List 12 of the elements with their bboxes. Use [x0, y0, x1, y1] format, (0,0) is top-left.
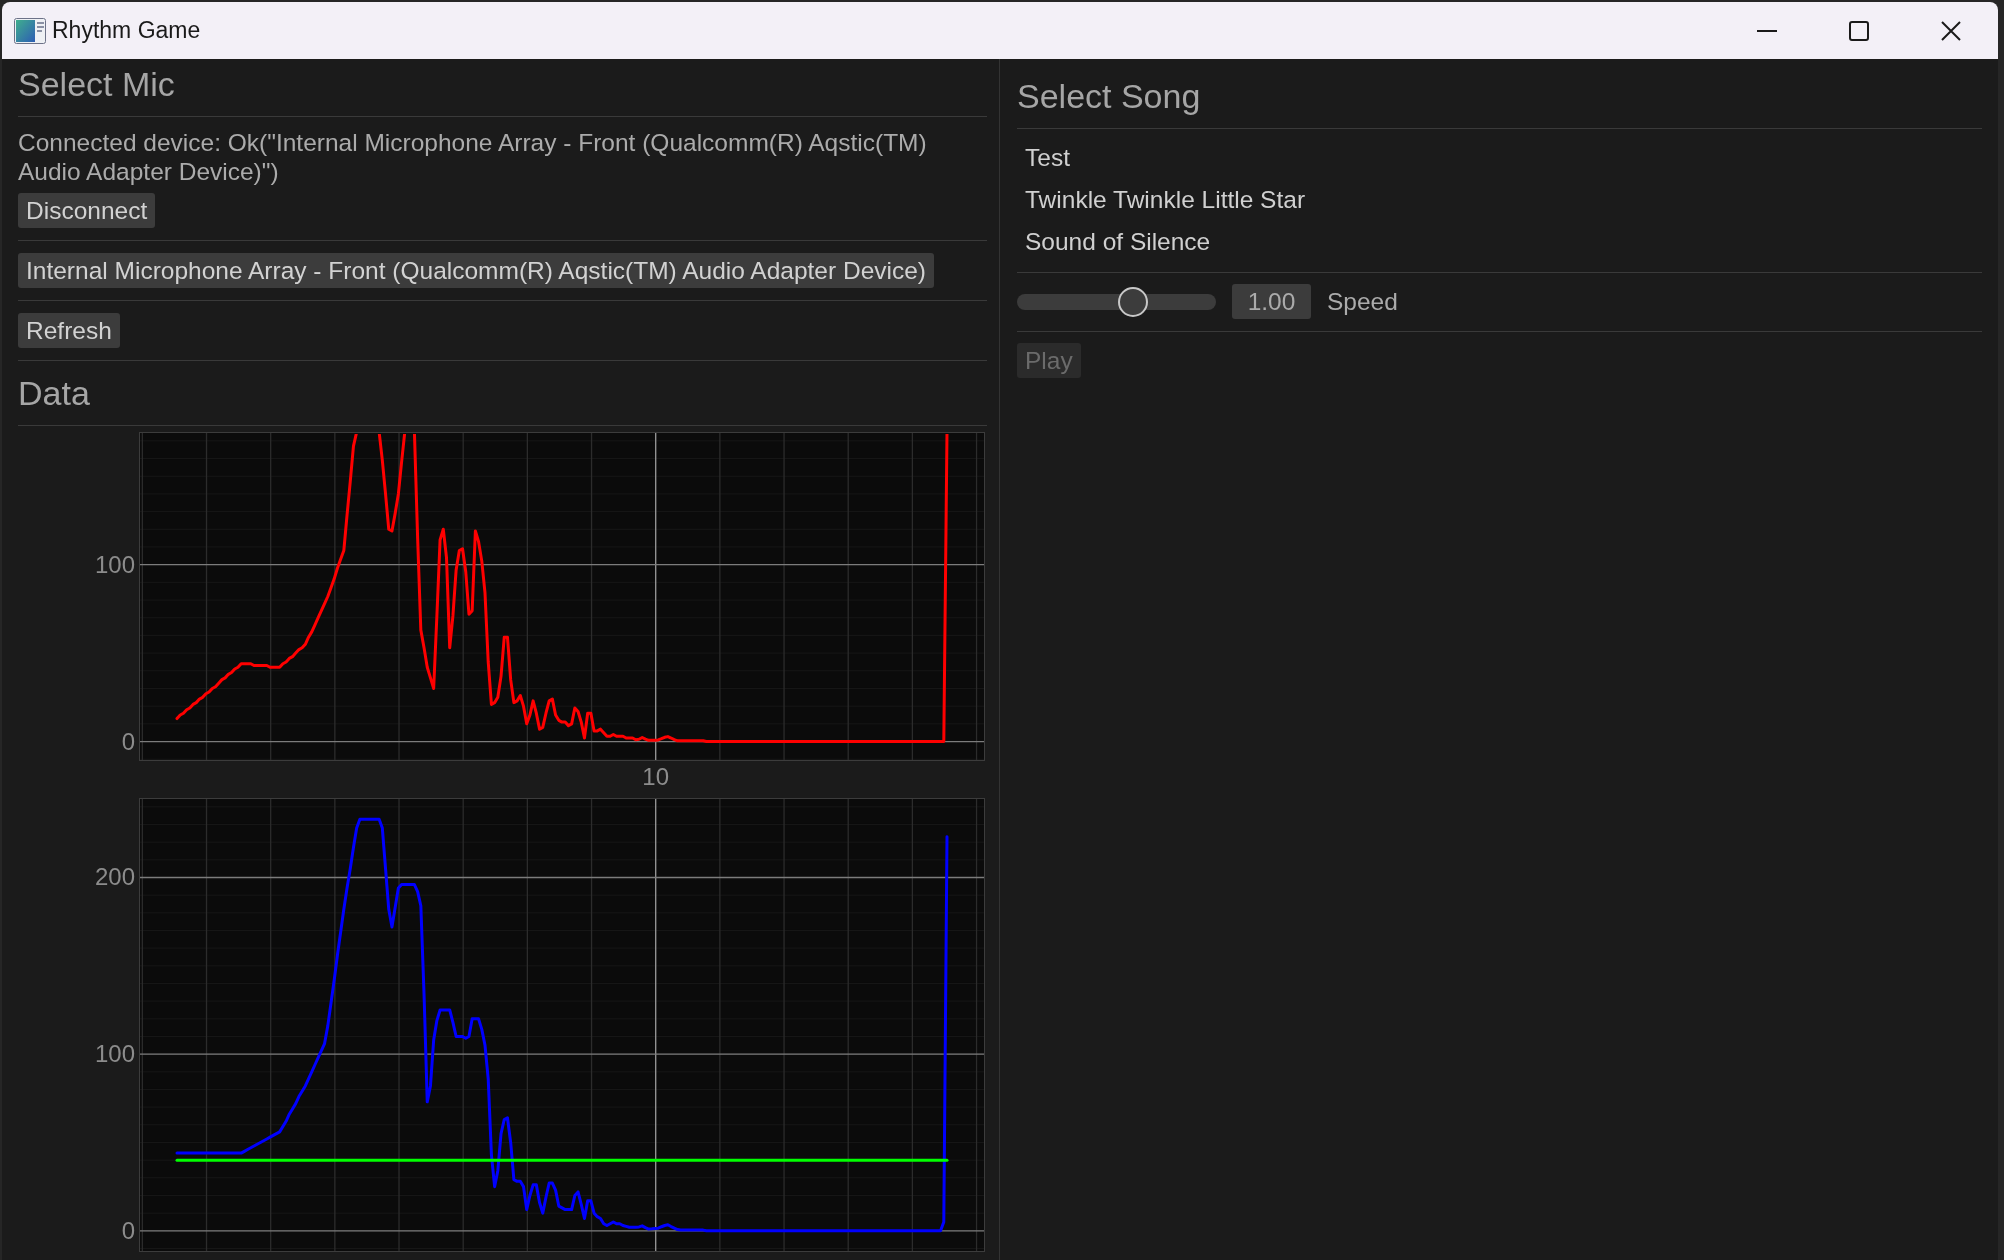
speed-label: Speed	[1327, 287, 1398, 316]
y-tick-label: 0	[121, 1216, 135, 1244]
window-title: Rhythm Game	[52, 17, 201, 44]
connection-status: Connected device: Ok("Internal Microphone Array - Front (Qualcomm(R) Aqstic(TM) Audio Adapter Device)")	[18, 128, 928, 186]
y-tick-label: 100	[94, 1040, 135, 1068]
panel-heading: Select Mic	[18, 64, 175, 104]
y-tick-label: 0	[121, 727, 135, 755]
panel-heading: Select Song	[1017, 76, 1201, 116]
x-axis-label: 10	[642, 763, 670, 790]
y-tick-label: 200	[94, 863, 135, 891]
y-tick-label: 100	[94, 550, 135, 578]
section-heading: Data	[18, 373, 90, 413]
